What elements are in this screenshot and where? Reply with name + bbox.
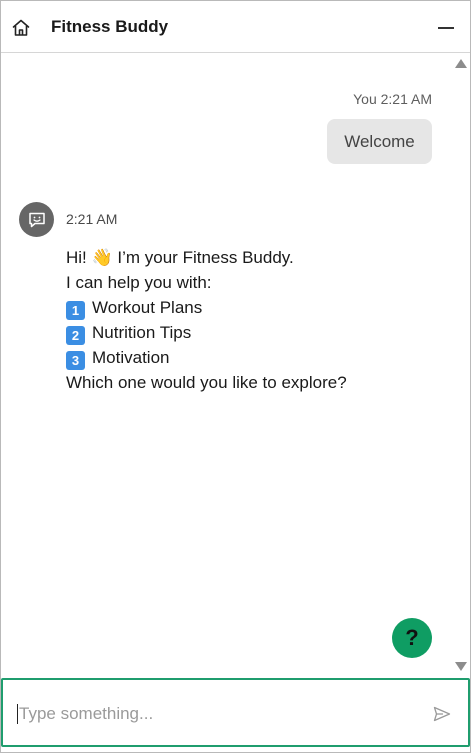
help-button[interactable]: ? <box>392 618 432 658</box>
bot-intro: I can help you with: <box>66 273 212 292</box>
home-button[interactable] <box>10 17 32 39</box>
minimize-button[interactable] <box>435 18 457 38</box>
scroll-up-arrow-icon[interactable] <box>455 59 467 68</box>
user-message-meta: You 2:21 AM <box>353 91 432 107</box>
composer <box>1 678 470 747</box>
chat-bot-icon <box>28 212 45 227</box>
bot-question: Which one would you like to explore? <box>66 373 347 392</box>
user-message-bubble: Welcome <box>327 119 432 164</box>
option-item: 2 Nutrition Tips <box>66 320 347 345</box>
number-one-icon: 1 <box>66 301 85 320</box>
message-input[interactable] <box>19 700 409 728</box>
send-button[interactable] <box>431 704 453 724</box>
minimize-icon <box>438 27 454 29</box>
chat-header: Fitness Buddy <box>1 1 470 53</box>
option-item: 1 Workout Plans <box>66 295 347 320</box>
number-three-icon: 3 <box>66 351 85 370</box>
bot-greeting: Hi! 👋 I’m your Fitness Buddy. <box>66 248 294 267</box>
chat-window: Fitness Buddy You 2:21 AM Welcome 2:21 A… <box>0 0 471 753</box>
chat-title: Fitness Buddy <box>51 17 169 36</box>
option-label: Workout Plans <box>92 298 203 317</box>
number-two-icon: 2 <box>66 326 85 345</box>
option-label: Motivation <box>92 348 170 367</box>
option-label: Nutrition Tips <box>92 323 192 342</box>
scrollbar[interactable] <box>452 54 470 677</box>
bot-avatar <box>19 202 54 237</box>
message-list: You 2:21 AM Welcome 2:21 AM Hi! 👋 I’m yo… <box>1 54 452 677</box>
option-item: 3 Motivation <box>66 345 347 370</box>
home-icon <box>12 19 30 36</box>
text-caret <box>17 704 18 724</box>
send-icon <box>433 706 451 722</box>
scroll-down-arrow-icon[interactable] <box>455 662 467 671</box>
bot-message-time: 2:21 AM <box>66 211 118 227</box>
bot-message: Hi! 👋 I’m your Fitness Buddy. I can help… <box>66 245 347 395</box>
